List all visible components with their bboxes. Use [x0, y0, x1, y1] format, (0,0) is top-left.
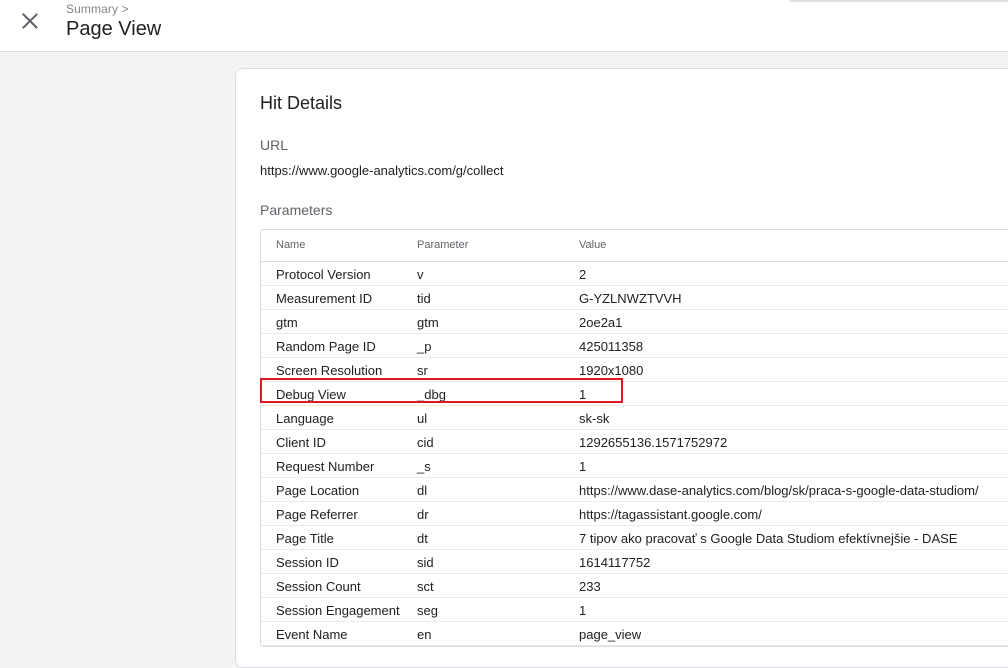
param-value-cell: 2 — [579, 267, 587, 282]
param-key-cell: seg — [417, 603, 438, 618]
parameters-table: Name Parameter Value Protocol Version v 2 M… — [260, 229, 1008, 647]
table-row: Language ul sk-sk — [261, 406, 1008, 430]
param-key-cell: cid — [417, 435, 434, 450]
close-button[interactable] — [18, 9, 42, 33]
table-row: Session Engagement seg 1 — [261, 598, 1008, 622]
param-name-cell: Measurement ID — [276, 291, 373, 306]
close-icon — [22, 13, 38, 29]
param-value-cell: 1 — [579, 387, 587, 402]
table-row: Session ID sid 1614117752 — [261, 550, 1008, 574]
parameters-label: Parameters — [260, 202, 333, 218]
page-title: Page View — [66, 18, 162, 40]
table-row: Event Name en page_view — [261, 622, 1008, 646]
hit-details-card: Hit Details URL https://www.google-analy… — [235, 68, 1008, 668]
param-name-cell: Page Referrer — [276, 507, 358, 522]
column-header-name: Name — [276, 239, 306, 251]
param-key-cell: sid — [417, 555, 434, 570]
param-name-cell: Protocol Version — [276, 267, 371, 282]
table-row: Page Location dl https://www.dase-analytic… — [261, 478, 1008, 502]
param-value-cell: 1292655136.1571752972 — [579, 435, 728, 450]
param-key-cell: tid — [417, 291, 431, 306]
param-name-cell: gtm — [276, 315, 298, 330]
table-row: Session Count sct 233 — [261, 574, 1008, 598]
column-header-value: Value — [579, 239, 607, 251]
url-value: https://www.google-analytics.com/g/colle… — [260, 163, 504, 178]
breadcrumb[interactable]: Summary > — [66, 2, 129, 16]
param-value-cell: 2oe2a1 — [579, 315, 623, 330]
param-name-cell: Page Location — [276, 483, 360, 498]
param-key-cell: sct — [417, 579, 434, 594]
param-value-cell: https://tagassistant.google.com/ — [579, 507, 762, 522]
param-name-cell: Debug View — [276, 387, 346, 402]
param-key-cell: en — [417, 627, 432, 642]
param-value-cell: 1 — [579, 603, 587, 618]
param-name-cell: Random Page ID — [276, 339, 376, 354]
param-key-cell: dl — [417, 483, 428, 498]
param-key-cell: v — [417, 267, 424, 282]
param-value-cell: 1614117752 — [579, 555, 651, 570]
param-name-cell: Session Engagement — [276, 603, 400, 618]
table-row: Request Number _s 1 — [261, 454, 1008, 478]
table-row: Client ID cid 1292655136.1571752972 — [261, 430, 1008, 454]
param-name-cell: Language — [276, 411, 334, 426]
app-header: Summary > Page View — [0, 0, 1008, 52]
param-key-cell: dt — [417, 531, 428, 546]
param-key-cell: dr — [417, 507, 429, 522]
param-name-cell: Client ID — [276, 435, 326, 450]
card-title: Hit Details — [260, 93, 343, 113]
table-row: Protocol Version v 2 — [261, 262, 1008, 286]
param-value-cell: 7 tipov ako pracovať s Google Data Studi… — [579, 531, 958, 546]
param-key-cell: _dbg — [417, 387, 446, 402]
param-key-cell: _s — [417, 459, 431, 474]
param-name-cell: Screen Resolution — [276, 363, 383, 378]
param-name-cell: Page Title — [276, 531, 334, 546]
url-label: URL — [260, 137, 289, 153]
column-header-parameter: Parameter — [417, 239, 469, 251]
param-value-cell: https://www.dase-analytics.com/blog/sk/p… — [579, 483, 979, 498]
table-header-row: Name Parameter Value — [261, 230, 1008, 262]
param-value-cell: 233 — [579, 579, 601, 594]
param-value-cell: 425011358 — [579, 339, 644, 354]
param-value-cell: page_view — [579, 627, 642, 642]
table-row: Screen Resolution sr 1920x1080 — [261, 358, 1008, 382]
param-name-cell: Event Name — [276, 627, 348, 642]
param-key-cell: gtm — [417, 315, 439, 330]
table-row: Page Referrer dr https://tagassistant.goog… — [261, 502, 1008, 526]
param-value-cell: 1 — [579, 459, 587, 474]
table-row: Debug View _dbg 1 — [261, 382, 1008, 406]
param-key-cell: _p — [417, 339, 432, 354]
param-key-cell: ul — [417, 411, 428, 426]
param-name-cell: Request Number — [276, 459, 375, 474]
param-name-cell: Session Count — [276, 579, 361, 594]
table-row: Measurement ID tid G-YZLNWZTVVH — [261, 286, 1008, 310]
param-key-cell: sr — [417, 363, 428, 378]
table-row: Page Title dt 7 tipov ako pracovať s Googl… — [261, 526, 1008, 550]
param-value-cell: 1920x1080 — [579, 363, 644, 378]
table-row: gtm gtm 2oe2a1 — [261, 310, 1008, 334]
param-value-cell: sk-sk — [579, 411, 610, 426]
param-value-cell: G-YZLNWZTVVH — [579, 291, 682, 306]
table-row: Random Page ID _p 425011358 — [261, 334, 1008, 358]
param-name-cell: Session ID — [276, 555, 339, 570]
top-strip-divider — [790, 0, 1008, 2]
